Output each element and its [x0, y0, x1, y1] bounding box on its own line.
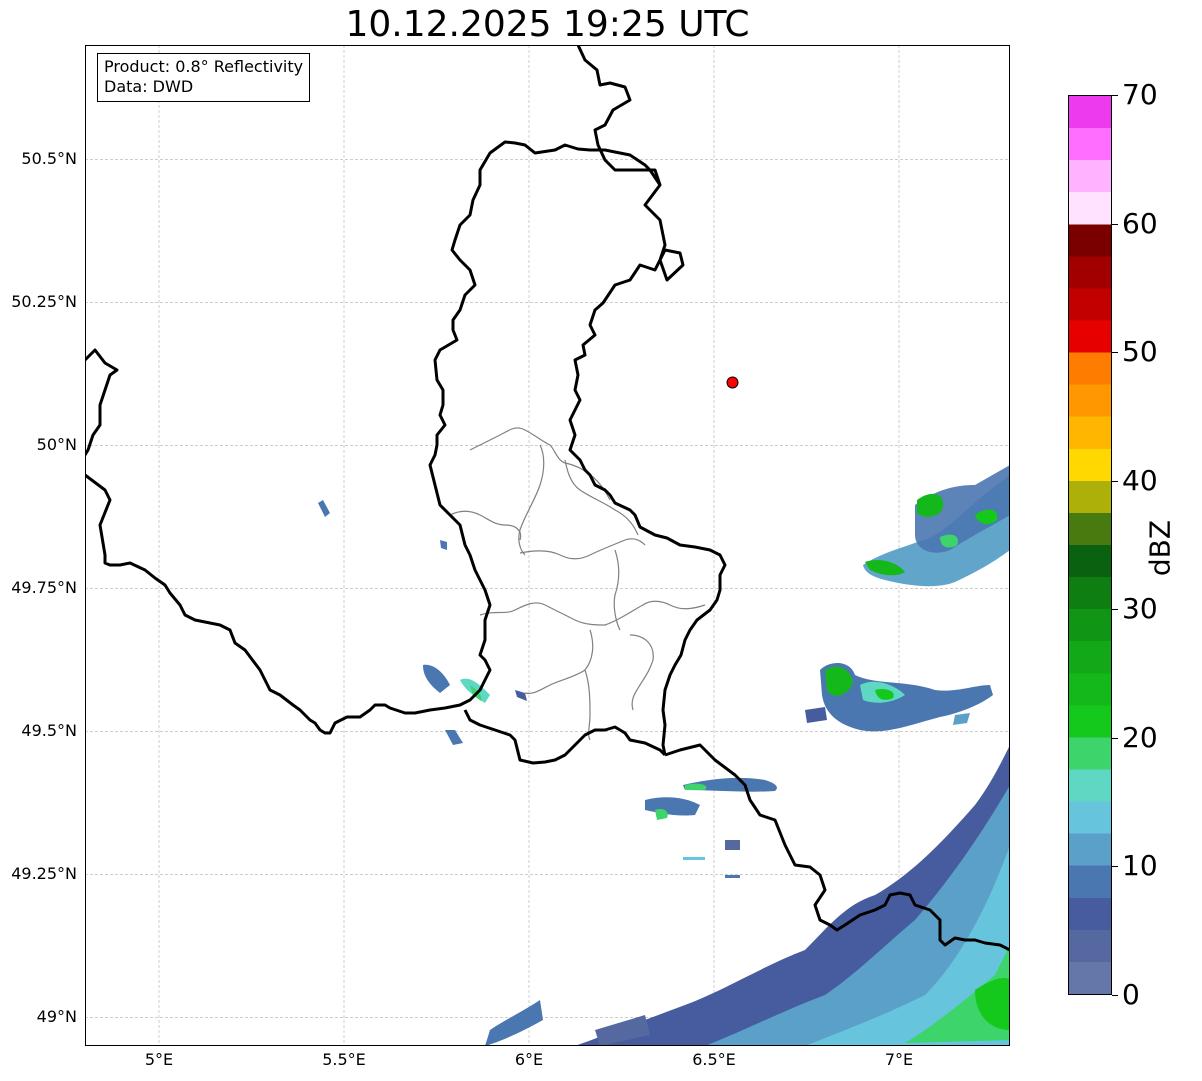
colorbar-tick-label: 60: [1122, 206, 1158, 240]
colorbar-tick-label: 70: [1122, 78, 1158, 111]
lat-tick-label: 49.75°N: [11, 578, 77, 598]
region-borders: [449, 427, 706, 741]
gridlines: [85, 45, 1010, 1046]
lon-tick-label: 6.5°E: [692, 1050, 736, 1069]
lat-tick-label: 49°N: [36, 1007, 77, 1027]
echo-east: [805, 663, 993, 732]
map-border: [85, 45, 1010, 1046]
colorbar-tick-label: 30: [1122, 592, 1158, 626]
colorbar-tick-label: 50: [1122, 335, 1158, 369]
lat-tick-label: 49.5°N: [21, 721, 77, 741]
colorbar-tick: [1112, 223, 1118, 225]
lon-tick-label: 7°E: [884, 1050, 914, 1069]
colorbar-tick: [1112, 95, 1118, 96]
colorbar-tick-label: 20: [1122, 720, 1158, 754]
colorbar-tick: [1112, 352, 1118, 354]
echo-south: [645, 777, 777, 878]
map-area: Product: 0.8° Reflectivity Data: DWD: [85, 45, 1010, 1046]
colorbar-tick-label: 40: [1122, 463, 1158, 497]
colorbar-tick: [1112, 995, 1118, 996]
lon-tick-label: 5.5°E: [322, 1050, 366, 1069]
radar-site-marker: [726, 376, 739, 389]
map-canvas: [85, 45, 1010, 1046]
lat-tick-label: 50.25°N: [11, 292, 77, 312]
colorbar-tick-label: 0: [1122, 978, 1140, 1011]
colorbar-tick: [1112, 737, 1118, 739]
echo-west: [318, 500, 527, 745]
dbz-colorbar: [1068, 95, 1112, 995]
colorbar-tick-label: 10: [1122, 849, 1158, 883]
lat-tick-label: 50°N: [36, 435, 77, 455]
colorbar-label: dBZ: [1143, 519, 1177, 577]
lat-tick-label: 49.25°N: [11, 864, 77, 884]
echo-northeast: [863, 465, 1010, 587]
lon-tick-label: 5°E: [144, 1050, 174, 1069]
country-borders: [85, 45, 1010, 952]
colorbar-tick: [1112, 866, 1118, 868]
product-info-box: Product: 0.8° Reflectivity Data: DWD: [97, 53, 311, 102]
data-source-label: Data: DWD: [104, 77, 194, 96]
map-title: 10.12.2025 19:25 UTC: [345, 4, 750, 45]
product-label: Product: 0.8° Reflectivity: [104, 57, 304, 76]
colorbar-tick: [1112, 609, 1118, 611]
lat-tick-label: 50.5°N: [21, 149, 77, 169]
colorbar-tick: [1112, 480, 1118, 482]
lon-tick-label: 6°E: [514, 1050, 544, 1069]
